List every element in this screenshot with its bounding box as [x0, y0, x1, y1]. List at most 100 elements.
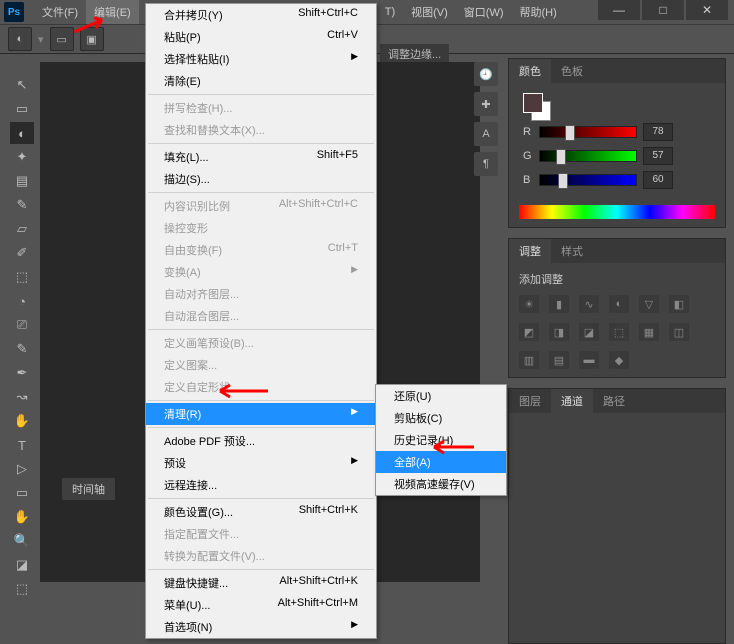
tab-layers[interactable]: 图层 [509, 389, 551, 413]
tool-14[interactable]: ✋ [10, 410, 34, 432]
channel-mixer-icon[interactable]: ⬚ [609, 323, 629, 341]
tool-8[interactable]: ⬚ [10, 266, 34, 288]
tab-styles[interactable]: 样式 [551, 239, 593, 263]
tool-6[interactable]: ▱ [10, 218, 34, 240]
tool-5[interactable]: ✎ [10, 194, 34, 216]
menu-t[interactable]: T) [377, 2, 403, 22]
tool-10[interactable]: ⎚ [10, 314, 34, 336]
color-spectrum[interactable] [519, 205, 715, 219]
curves-icon[interactable]: ∿ [579, 295, 599, 313]
levels-icon[interactable]: ▮ [549, 295, 569, 313]
menu-help[interactable]: 帮助(H) [512, 0, 565, 24]
tool-12[interactable]: ✒ [10, 362, 34, 384]
menu-item[interactable]: 填充(L)...Shift+F5 [146, 146, 376, 168]
rgb-slider-g[interactable] [539, 150, 637, 162]
gradient-map-icon[interactable]: ▬ [579, 351, 599, 369]
timeline-tab[interactable]: 时间轴 [62, 478, 115, 500]
menu-item: 操控变形 [146, 217, 376, 239]
submenu-item[interactable]: 剪贴板(C) [376, 407, 506, 429]
rgb-slider-r[interactable] [539, 126, 637, 138]
rgb-row-g: G57 [523, 147, 673, 165]
bw-icon[interactable]: ◨ [549, 323, 569, 341]
lookup-icon[interactable]: ▦ [639, 323, 659, 341]
threshold-icon[interactable]: ▤ [549, 351, 569, 369]
fg-color-swatch[interactable] [523, 93, 543, 113]
menu-item[interactable]: 菜单(U)...Alt+Shift+Ctrl+M [146, 594, 376, 616]
tool-preset-icon[interactable]: ◐ [8, 27, 32, 51]
menu-item: 自由变换(F)Ctrl+T [146, 239, 376, 261]
tool-19[interactable]: 🔍 [10, 530, 34, 552]
paragraph-icon[interactable]: ¶ [474, 152, 498, 176]
menu-item: 查找和替换文本(X)... [146, 119, 376, 141]
hue-icon[interactable]: ◧ [669, 295, 689, 313]
tool-7[interactable]: ✐ [10, 242, 34, 264]
tool-20[interactable]: ◪ [10, 554, 34, 576]
menu-item[interactable]: 清理(R)▶ [146, 403, 376, 425]
tool-17[interactable]: ▭ [10, 482, 34, 504]
tool-11[interactable]: ✎ [10, 338, 34, 360]
submenu-item[interactable]: 视频高速缓存(V) [376, 473, 506, 495]
edit-menu-dropdown: 合并拷贝(Y)Shift+Ctrl+C粘贴(P)Ctrl+V选择性粘贴(I)▶清… [145, 3, 377, 639]
menu-item: 内容识别比例Alt+Shift+Ctrl+C [146, 195, 376, 217]
refine-edge-button[interactable]: 调整边缘... [380, 44, 449, 64]
menu-item: 定义画笔预设(B)... [146, 332, 376, 354]
menu-view[interactable]: 视图(V) [403, 0, 456, 24]
tool-16[interactable]: ▷ [10, 458, 34, 480]
rgb-value[interactable]: 57 [643, 147, 673, 165]
color-panel: 颜色 色板 R78G57B60 [508, 58, 726, 228]
tool-4[interactable]: ▤ [10, 170, 34, 192]
rgb-value[interactable]: 60 [643, 171, 673, 189]
vibrance-icon[interactable]: ▽ [639, 295, 659, 313]
menu-window[interactable]: 窗口(W) [456, 0, 512, 24]
menu-item: 自动对齐图层... [146, 283, 376, 305]
character-icon[interactable]: A [474, 122, 498, 146]
tool-1[interactable]: ▭ [10, 98, 34, 120]
invert-icon[interactable]: ◫ [669, 323, 689, 341]
menu-item[interactable]: 清除(E) [146, 70, 376, 92]
close-button[interactable]: ✕ [686, 0, 728, 20]
tool-0[interactable]: ↖ [10, 74, 34, 96]
tool-9[interactable]: ◔ [10, 290, 34, 312]
tool-13[interactable]: ↝ [10, 386, 34, 408]
tool-18[interactable]: ✋ [10, 506, 34, 528]
menu-item[interactable]: 描边(S)... [146, 168, 376, 190]
tab-swatches[interactable]: 色板 [551, 59, 593, 83]
menu-item: 指定配置文件... [146, 523, 376, 545]
add-adjustment-label: 添加调整 [519, 271, 715, 287]
adjustment-icons: ☀ ▮ ∿ ◐ ▽ ◧ ◩ ◨ ◪ ⬚ ▦ ◫ ▥ ▤ ▬ ◆ [519, 295, 715, 369]
exposure-icon[interactable]: ◐ [609, 295, 629, 313]
tab-color[interactable]: 颜色 [509, 59, 551, 83]
color-balance-icon[interactable]: ◩ [519, 323, 539, 341]
rgb-value[interactable]: 78 [643, 123, 673, 141]
posterize-icon[interactable]: ▥ [519, 351, 539, 369]
menu-item[interactable]: 预设▶ [146, 452, 376, 474]
tool-2[interactable]: ◐ [10, 122, 34, 144]
tab-channels[interactable]: 通道 [551, 389, 593, 413]
history-icon[interactable]: 🕘 [474, 62, 498, 86]
menu-item[interactable]: 首选项(N)▶ [146, 616, 376, 638]
menu-item[interactable]: 选择性粘贴(I)▶ [146, 48, 376, 70]
submenu-item[interactable]: 还原(U) [376, 385, 506, 407]
menu-item[interactable]: 颜色设置(G)...Shift+Ctrl+K [146, 501, 376, 523]
minimize-button[interactable]: — [598, 0, 640, 20]
tab-adjustments[interactable]: 调整 [509, 239, 551, 263]
properties-icon[interactable]: ✚ [474, 92, 498, 116]
tool-15[interactable]: T [10, 434, 34, 456]
maximize-button[interactable]: □ [642, 0, 684, 20]
menu-item: 拼写检查(H)... [146, 97, 376, 119]
tab-paths[interactable]: 路径 [593, 389, 635, 413]
adjustments-panel: 调整 样式 添加调整 ☀ ▮ ∿ ◐ ▽ ◧ ◩ ◨ ◪ ⬚ ▦ ◫ ▥ ▤ ▬… [508, 238, 726, 378]
selective-color-icon[interactable]: ◆ [609, 351, 629, 369]
rgb-slider-b[interactable] [539, 174, 637, 186]
menu-item[interactable]: 合并拷贝(Y)Shift+Ctrl+C [146, 4, 376, 26]
menu-item[interactable]: 键盘快捷键...Alt+Shift+Ctrl+K [146, 572, 376, 594]
photo-filter-icon[interactable]: ◪ [579, 323, 599, 341]
menu-item[interactable]: 远程连接... [146, 474, 376, 496]
brightness-icon[interactable]: ☀ [519, 295, 539, 313]
menu-item[interactable]: Adobe PDF 预设... [146, 430, 376, 452]
app-logo: Ps [4, 2, 24, 22]
fg-bg-swatch[interactable] [523, 93, 555, 123]
selection-mode-icon[interactable]: ▭ [50, 27, 74, 51]
menu-item[interactable]: 粘贴(P)Ctrl+V [146, 26, 376, 48]
tool-3[interactable]: ✦ [10, 146, 34, 168]
